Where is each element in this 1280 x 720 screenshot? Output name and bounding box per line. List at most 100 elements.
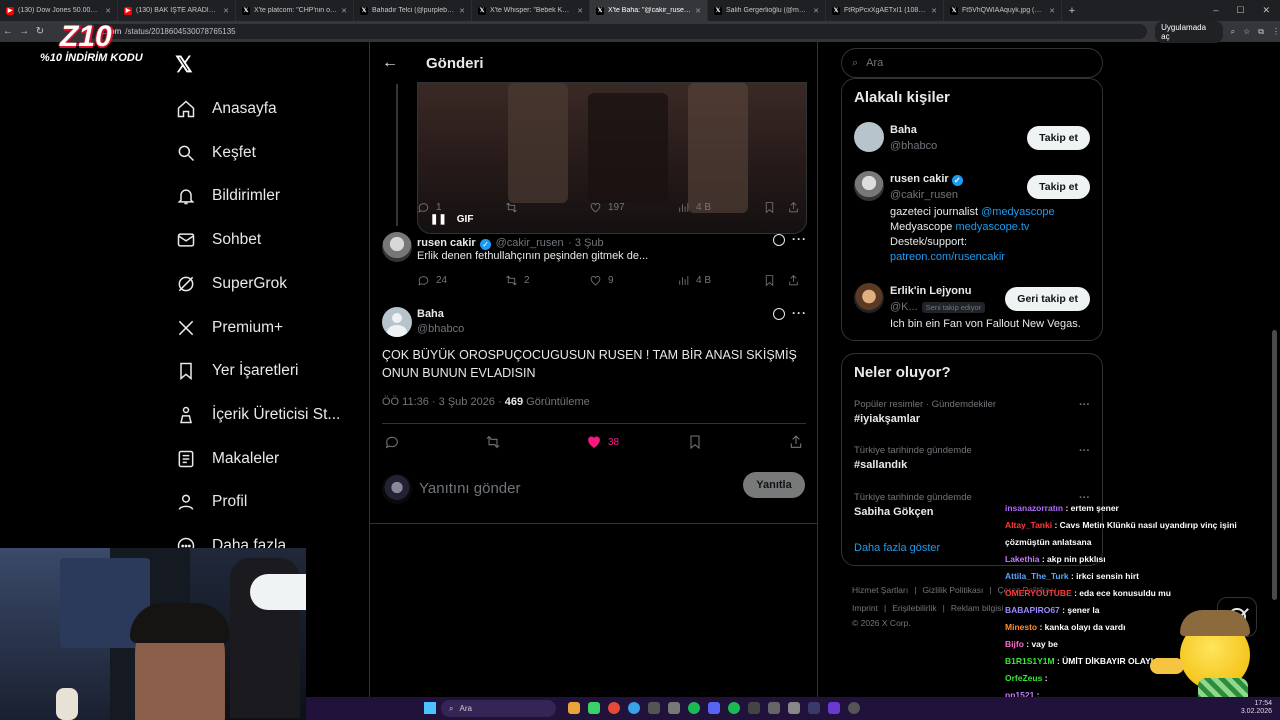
back-arrow-icon[interactable]: ← xyxy=(382,54,398,72)
sidebar-item-x-premium[interactable]: Premium+ xyxy=(176,318,283,338)
app-icon[interactable] xyxy=(808,702,820,714)
tweet-timestamp[interactable]: ÖÖ 11:36 · 3 Şub 2026 · xyxy=(382,396,502,408)
bookmark-action[interactable] xyxy=(687,434,788,450)
footer-link[interactable]: Hizmet Şartları xyxy=(852,585,908,595)
person-name-text[interactable]: rusen cakir xyxy=(890,173,949,185)
reply-action[interactable]: 24 xyxy=(417,274,505,287)
tab-close-icon[interactable]: ✕ xyxy=(105,7,111,15)
tweet-author-handle[interactable]: @bhabco xyxy=(417,323,464,335)
open-in-app-button[interactable]: Uygulamada aç xyxy=(1155,20,1223,43)
footer-link[interactable]: Imprint xyxy=(852,603,878,613)
back-icon[interactable]: ← xyxy=(0,26,16,37)
zoom-icon[interactable]: ⌕ xyxy=(1231,27,1235,37)
reply-time[interactable]: · 3 Şub xyxy=(568,237,603,249)
search-input[interactable]: ⌕ Ara xyxy=(841,48,1103,78)
tab-close-icon[interactable]: ✕ xyxy=(695,7,701,15)
spotify-icon[interactable] xyxy=(688,702,700,714)
app-icon[interactable] xyxy=(648,702,660,714)
reply-input[interactable]: Yanıtını gönder xyxy=(419,480,520,497)
tab-close-icon[interactable]: ✕ xyxy=(813,7,819,15)
browser-tab[interactable]: 𝕏 Bahadır Telci (@purplebisi) / X✕ xyxy=(354,0,472,21)
reply-action[interactable]: 1 xyxy=(417,201,505,214)
tweet-avatar[interactable] xyxy=(382,307,412,337)
footer-link[interactable]: Erişilebilirlik xyxy=(892,603,936,613)
trend-more-icon[interactable]: ··· xyxy=(1079,399,1090,411)
trend-name[interactable]: Sabiha Gökçen xyxy=(854,506,933,518)
views-action[interactable]: 4 B xyxy=(677,274,763,287)
sidebar-item-mail[interactable]: Sohbet xyxy=(176,230,261,250)
like-action[interactable]: 197 xyxy=(589,201,677,214)
maximize-icon[interactable]: ☐ xyxy=(1236,5,1244,16)
tweet-author-name[interactable]: Baha xyxy=(417,308,444,320)
sidebar-item-bookmark[interactable]: Yer İşaretleri xyxy=(176,361,298,381)
sidebar-item-home[interactable]: Anasayfa xyxy=(176,99,277,119)
app-icon[interactable] xyxy=(728,702,740,714)
trend-more-icon[interactable]: ··· xyxy=(1079,445,1090,457)
bookmark-action[interactable] xyxy=(763,201,787,214)
reply-submit-button[interactable]: Yanıtla xyxy=(743,472,805,498)
reply-author-name[interactable]: rusen cakir xyxy=(417,237,476,249)
more-options-icon[interactable]: ··· xyxy=(792,306,807,320)
star-icon[interactable]: ☆ xyxy=(1243,27,1250,36)
menu-icon[interactable]: ⋮ xyxy=(1272,27,1280,36)
taskbar-clock[interactable]: 17:54 3.02.2026 xyxy=(1241,700,1272,716)
like-action[interactable]: 38 xyxy=(586,434,687,450)
person-avatar[interactable] xyxy=(854,122,884,152)
person-name[interactable]: Erlik'in Lejyonu xyxy=(890,285,971,297)
show-more-link[interactable]: Daha fazla göster xyxy=(854,542,940,554)
person-handle-text[interactable]: @K... xyxy=(890,301,918,313)
app-icon[interactable] xyxy=(788,702,800,714)
close-window-icon[interactable]: ✕ xyxy=(1262,5,1270,16)
app-icon[interactable] xyxy=(768,702,780,714)
tab-close-icon[interactable]: ✕ xyxy=(223,7,229,15)
browser-tab[interactable]: 𝕏 X'te Whisper: "Bebek Katili Abo ✕ xyxy=(472,0,590,21)
person-avatar[interactable] xyxy=(854,283,884,313)
tab-close-icon[interactable]: ✕ xyxy=(1049,7,1055,15)
app-icon[interactable] xyxy=(848,702,860,714)
share-action[interactable] xyxy=(787,201,800,214)
bio-link[interactable]: patreon.com/rusencakir xyxy=(890,250,1090,265)
new-tab-button[interactable]: + xyxy=(1062,5,1082,17)
person-avatar[interactable] xyxy=(854,171,884,201)
browser-tab[interactable]: ▶ (130) BAK İŞTE ARADIĞIM OYU✕ xyxy=(118,0,236,21)
person-handle[interactable]: @cakir_rusen xyxy=(890,189,958,201)
sidebar-item-person[interactable]: Profil xyxy=(176,492,247,512)
sidebar-item-bell[interactable]: Bildirimler xyxy=(176,186,280,206)
browser-tab[interactable]: ▶ (130) Dow Jones 50.000 Oldu !✕ xyxy=(0,0,118,21)
follow-button[interactable]: Takip et xyxy=(1027,126,1090,150)
like-action[interactable]: 9 xyxy=(589,274,677,287)
reply-author-handle[interactable]: @cakir_rusen xyxy=(496,237,564,249)
views-action[interactable]: 4 B xyxy=(677,201,763,214)
browser-tab[interactable]: 𝕏 FtRpPcxXgAETxI1 (1080×807) ✕ xyxy=(826,0,944,21)
browser-tab[interactable]: 𝕏 X'te platcom: "CHP'nin oyunla✕ xyxy=(236,0,354,21)
app-icon[interactable] xyxy=(828,702,840,714)
bio-link[interactable]: @medyascope xyxy=(981,206,1055,218)
retweet-action[interactable] xyxy=(485,434,586,450)
app-icon[interactable] xyxy=(588,702,600,714)
reply-avatar[interactable] xyxy=(382,232,412,262)
pause-icon[interactable]: ❚❚ xyxy=(430,214,447,225)
tab-close-icon[interactable]: ✕ xyxy=(931,7,937,15)
app-icon[interactable] xyxy=(668,702,680,714)
share-action[interactable] xyxy=(787,274,800,287)
sidebar-item-search[interactable]: Keşfet xyxy=(176,143,256,163)
follow-button[interactable]: Takip et xyxy=(1027,175,1090,199)
retweet-action[interactable] xyxy=(505,201,589,214)
share-action[interactable] xyxy=(788,434,804,450)
person-handle[interactable]: @bhabco xyxy=(890,140,937,152)
follow-back-button[interactable]: Geri takip et xyxy=(1005,287,1090,311)
grok-icon[interactable] xyxy=(773,308,785,320)
tab-close-icon[interactable]: ✕ xyxy=(341,7,347,15)
sidebar-item-article[interactable]: Makaleler xyxy=(176,449,279,469)
url-field[interactable]: x.com/status/2018604530078765135 xyxy=(87,24,1148,39)
browser-tab[interactable]: 𝕏 X'te Baha: "@cakir_rusen @Ka ✕ xyxy=(590,0,708,21)
browser-tab[interactable]: 𝕏 Salih Gergerlioğlu (@msalihgr✕ xyxy=(708,0,826,21)
extensions-icon[interactable]: ⧉ xyxy=(1258,27,1264,37)
tab-close-icon[interactable]: ✕ xyxy=(459,7,465,15)
sidebar-item-grok[interactable]: SuperGrok xyxy=(176,274,287,294)
reply-action[interactable] xyxy=(384,434,485,450)
edge-icon[interactable] xyxy=(628,702,640,714)
grok-icon[interactable] xyxy=(773,234,785,246)
bookmark-action[interactable] xyxy=(763,274,787,287)
browser-tab[interactable]: 𝕏 Ft5VhQWIAAquyk.jpg (864×1 ✕ xyxy=(944,0,1062,21)
